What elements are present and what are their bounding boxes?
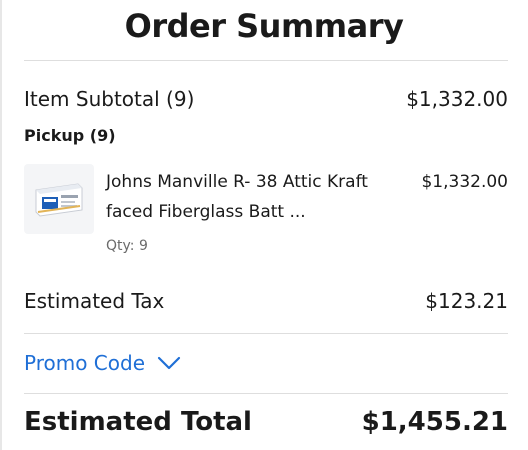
product-name-link[interactable]: Johns Manville R- 38 Attic Kraft faced F… — [106, 167, 406, 227]
product-name-line2: faced Fiberglass Batt ... — [106, 202, 306, 222]
order-summary-panel: Order Summary Item Subtotal (9) $1,332.0… — [0, 0, 528, 450]
panel-border — [0, 0, 2, 450]
promo-code-label: Promo Code — [24, 351, 146, 375]
tax-label: Estimated Tax — [24, 289, 165, 313]
divider — [24, 393, 508, 394]
promo-code-toggle[interactable]: Promo Code — [24, 349, 181, 377]
chevron-down-icon — [157, 356, 181, 370]
total-value: $1,455.21 — [361, 407, 508, 437]
tax-value: $123.21 — [425, 289, 508, 313]
subtotal-row: Item Subtotal (9) $1,332.00 — [24, 87, 508, 111]
total-row: Estimated Total $1,455.21 — [24, 407, 508, 437]
divider — [24, 333, 508, 334]
tax-row: Estimated Tax $123.21 — [24, 289, 508, 313]
divider — [24, 60, 508, 61]
insulation-product-icon — [35, 183, 83, 217]
page-title: Order Summary — [124, 7, 404, 45]
product-name-line1: Johns Manville R- 38 Attic Kraft — [106, 172, 368, 192]
product-price: $1,332.00 — [421, 172, 508, 192]
total-label: Estimated Total — [24, 407, 252, 437]
pickup-heading: Pickup (9) — [24, 126, 116, 145]
product-quantity: Qty: 9 — [106, 238, 148, 254]
subtotal-value: $1,332.00 — [406, 87, 508, 111]
product-thumbnail[interactable] — [24, 164, 94, 234]
subtotal-label: Item Subtotal (9) — [24, 87, 195, 111]
